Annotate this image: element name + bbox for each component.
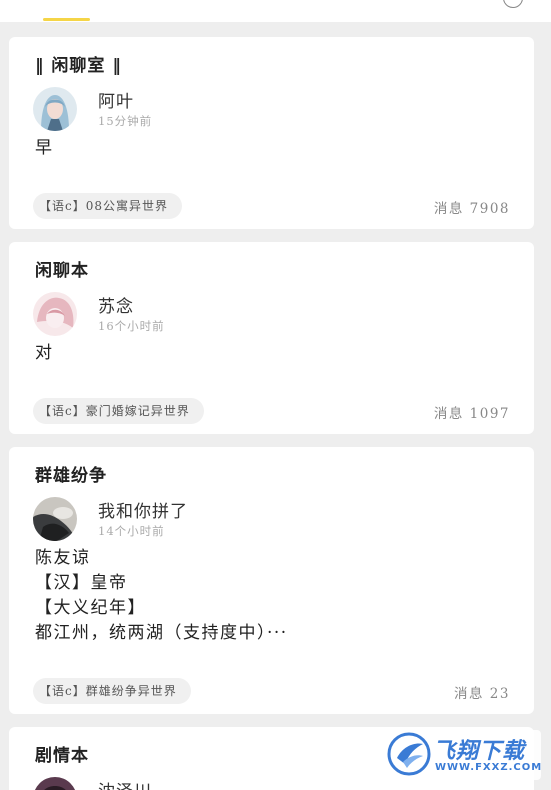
content-line: 陈友谅 [35, 548, 91, 568]
message-count: 消息 7908 [433, 201, 510, 217]
watermark-icon [387, 732, 431, 776]
top-right-icon[interactable] [503, 0, 523, 8]
world-tag[interactable]: 【语c】08公寓异世界 [33, 193, 182, 219]
post-card[interactable]: 闲聊本 苏念 16个小时前 对 【语c】豪门婚嫁记异世界 消息 1097 [9, 242, 534, 434]
post-content: 陈友谅 【汉】皇帝 【大义纪年】 都江州，统两湖（支持度中）··· [35, 546, 288, 646]
post-title: 群雄纷争 [35, 466, 107, 486]
post-time: 15分钟前 [98, 114, 153, 128]
content-line: 【大义纪年】 [35, 598, 146, 618]
post-time: 14个小时前 [98, 524, 165, 538]
app-screen: ‖ 闲聊室 ‖ 阿叶 15分钟前 早 【语c】08公寓异世界 消息 7908 闲… [0, 0, 551, 790]
post-content: 早 [35, 136, 54, 161]
content-line: 早 [35, 138, 54, 158]
avatar-image-icon [33, 292, 77, 336]
watermark-logo: 飞翔下载 WWW.FXXZ.COM [385, 730, 541, 780]
avatar[interactable] [33, 87, 77, 131]
post-title: 闲聊本 [35, 261, 89, 281]
active-tab-indicator [43, 18, 90, 21]
post-card[interactable]: 群雄纷争 我和你拼了 14个小时前 陈友谅 【汉】皇帝 【大义纪年】 都江州，统… [9, 447, 534, 714]
avatar-image-icon [33, 87, 77, 131]
world-tag[interactable]: 【语c】豪门婚嫁记异世界 [33, 398, 204, 424]
top-tab-bar [0, 0, 551, 22]
content-line: 都江州，统两湖（支持度中）··· [35, 623, 288, 643]
post-content: 对 [35, 341, 54, 366]
avatar-image-icon [33, 777, 77, 790]
watermark-url: WWW.FXXZ.COM [435, 762, 543, 773]
post-title: ‖ 闲聊室 ‖ [35, 56, 122, 76]
avatar-image-icon [33, 497, 77, 541]
avatar[interactable] [33, 497, 77, 541]
avatar[interactable] [33, 777, 77, 790]
avatar[interactable] [33, 292, 77, 336]
user-name[interactable]: 我和你拼了 [98, 497, 188, 522]
message-count: 消息 23 [454, 686, 510, 702]
user-name[interactable]: 阿叶 [98, 87, 134, 112]
content-line: 对 [35, 343, 54, 363]
watermark-text: 飞翔下载 [433, 739, 526, 764]
post-title: 剧情本 [35, 746, 89, 766]
post-card[interactable]: ‖ 闲聊室 ‖ 阿叶 15分钟前 早 【语c】08公寓异世界 消息 7908 [9, 37, 534, 229]
user-name[interactable]: 沈泽川 [98, 777, 152, 790]
content-line: 【汉】皇帝 [35, 573, 128, 593]
message-count: 消息 1097 [433, 406, 510, 422]
post-time: 16个小时前 [98, 319, 165, 333]
world-tag[interactable]: 【语c】群雄纷争异世界 [33, 678, 191, 704]
user-name[interactable]: 苏念 [98, 292, 134, 317]
